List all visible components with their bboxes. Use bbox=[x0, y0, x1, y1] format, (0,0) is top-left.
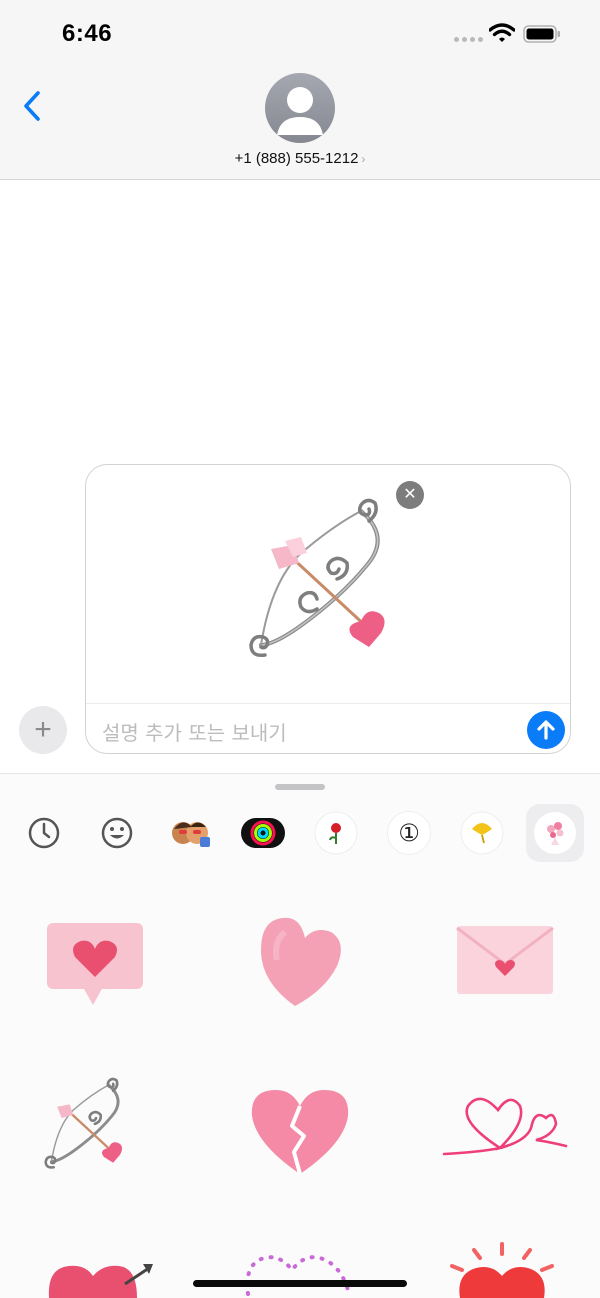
status-bar: 6:46 bbox=[0, 0, 600, 66]
conversation-header: +1 (888) 555-1212 › bbox=[0, 66, 600, 180]
person-silhouette-icon bbox=[277, 87, 323, 135]
battery-icon bbox=[523, 25, 560, 43]
heart-line-sticker[interactable] bbox=[440, 1092, 568, 1164]
clock-icon bbox=[28, 817, 60, 849]
drawer-grabber[interactable] bbox=[275, 784, 325, 790]
heart-envelope-sticker[interactable] bbox=[455, 924, 555, 996]
broken-heart-sticker[interactable] bbox=[248, 1086, 352, 1176]
contact-name[interactable]: +1 (888) 555-1212 › bbox=[0, 150, 600, 167]
chevron-left-icon[interactable] bbox=[20, 88, 46, 124]
signal-dots-icon bbox=[454, 37, 483, 42]
heart-speech-bubble-sticker[interactable] bbox=[45, 921, 145, 1011]
number-one-app-button[interactable]: ① bbox=[380, 804, 438, 862]
contact-number: +1 (888) 555-1212 bbox=[234, 150, 359, 167]
wifi-icon bbox=[489, 23, 515, 42]
activity-rings-icon bbox=[241, 818, 285, 848]
memoji-app-button[interactable] bbox=[161, 804, 219, 862]
recents-app-button[interactable] bbox=[15, 804, 73, 862]
activity-app-button[interactable] bbox=[234, 804, 292, 862]
pink-heart-sticker[interactable] bbox=[255, 912, 347, 1010]
app-strip: ① bbox=[0, 802, 600, 866]
home-indicator[interactable] bbox=[193, 1280, 407, 1287]
emoji-app-button[interactable] bbox=[88, 804, 146, 862]
rose-icon bbox=[314, 811, 358, 855]
rose-app-button[interactable] bbox=[307, 804, 365, 862]
compose-divider bbox=[86, 703, 570, 704]
valentine-stickers-app-button[interactable] bbox=[526, 804, 584, 862]
apps-plus-button[interactable]: + bbox=[19, 706, 67, 754]
contact-chevron-icon: › bbox=[361, 152, 366, 166]
bouquet-icon bbox=[534, 812, 576, 854]
ginkgo-app-button[interactable] bbox=[453, 804, 511, 862]
close-icon: ✕ bbox=[403, 486, 417, 503]
circled-one-icon: ① bbox=[387, 811, 431, 855]
compose-field[interactable]: ✕ 설명 추가 또는 보내기 bbox=[85, 464, 571, 754]
smiley-icon bbox=[101, 817, 133, 849]
plus-icon: + bbox=[34, 713, 52, 746]
arrow-up-icon bbox=[537, 720, 555, 740]
send-button[interactable] bbox=[527, 711, 565, 749]
status-time: 6:46 bbox=[62, 20, 113, 47]
message-input[interactable]: 설명 추가 또는 보내기 bbox=[102, 717, 287, 746]
contact-avatar[interactable] bbox=[265, 73, 335, 143]
ginkgo-leaf-icon bbox=[460, 811, 504, 855]
sticker-drawer: ① bbox=[0, 773, 600, 1298]
remove-sticker-button[interactable]: ✕ bbox=[396, 481, 424, 509]
glowing-heart-sticker[interactable] bbox=[446, 1240, 556, 1298]
dotted-hearts-sticker[interactable] bbox=[240, 1250, 356, 1298]
bow-and-arrow-sticker[interactable] bbox=[40, 1072, 140, 1182]
bow-and-arrow-heart-sticker bbox=[249, 498, 385, 658]
memoji-stickers-icon bbox=[172, 822, 210, 847]
heart-with-arrow-sticker[interactable] bbox=[45, 1258, 155, 1298]
